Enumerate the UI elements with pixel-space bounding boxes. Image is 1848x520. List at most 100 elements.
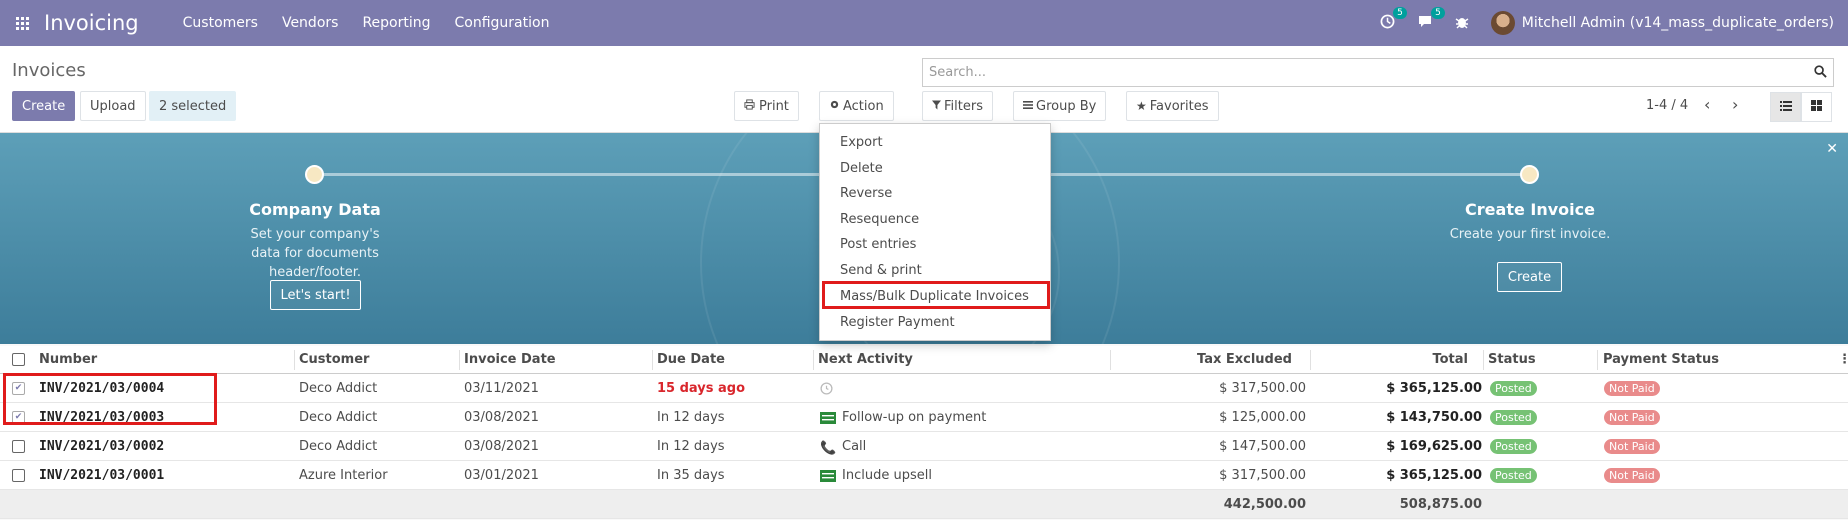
payment-status-badge: Not Paid: [1604, 403, 1660, 431]
filters-button[interactable]: Filters: [922, 91, 993, 121]
column-customer[interactable]: Customer: [299, 346, 369, 373]
step-invoice-desc: Create your first invoice.: [1449, 227, 1611, 242]
optional-columns-icon[interactable]: ⋮: [1838, 346, 1848, 373]
message-count-badge: 5: [1431, 6, 1445, 19]
table-footer-totals: 442,500.00 508,875.00: [0, 490, 1848, 519]
next-activity[interactable]: Include upsell: [820, 461, 932, 489]
invoice-number: INV/2021/03/0002: [39, 438, 165, 454]
due-date: In 12 days: [657, 409, 725, 425]
filter-icon: [932, 99, 941, 114]
print-label: Print: [759, 98, 789, 114]
messages-icon[interactable]: 5: [1417, 6, 1445, 33]
next-activity[interactable]: Follow-up on payment: [820, 403, 986, 431]
activity-label: Follow-up on payment: [842, 409, 987, 425]
customer-name: Azure Interior: [299, 467, 388, 483]
list-view-button[interactable]: [1770, 92, 1801, 122]
menu-item-resequence[interactable]: Resequence: [840, 212, 919, 227]
next-activity[interactable]: 📞 Call: [820, 432, 866, 460]
close-icon[interactable]: ✕: [1826, 141, 1838, 157]
menu-configuration[interactable]: Configuration: [455, 15, 550, 31]
table-row[interactable]: ✔ INV/2021/03/0004 Deco Addict 03/11/202…: [0, 374, 1848, 403]
search-input[interactable]: Search...: [922, 58, 1834, 87]
print-button[interactable]: Print: [734, 91, 799, 121]
step-company-title: Company Data: [249, 200, 381, 219]
activity-count-badge: 5: [1393, 6, 1407, 19]
column-status[interactable]: Status: [1488, 346, 1536, 373]
menu-item-post-entries[interactable]: Post entries: [840, 237, 916, 252]
customer-name: Deco Addict: [299, 438, 378, 454]
table-row[interactable]: ✔ INV/2021/03/0003 Deco Addict 03/08/202…: [0, 403, 1848, 432]
payment-status-badge: Not Paid: [1604, 461, 1660, 489]
menu-customers[interactable]: Customers: [183, 15, 258, 31]
status-badge: Posted: [1490, 403, 1537, 431]
column-due-date[interactable]: Due Date: [657, 346, 725, 373]
table-row[interactable]: INV/2021/03/0001 Azure Interior 03/01/20…: [0, 461, 1848, 490]
customer-name: Deco Addict: [299, 380, 378, 396]
pager-next-icon[interactable]: ›: [1732, 95, 1738, 114]
menu-item-reverse[interactable]: Reverse: [840, 186, 892, 201]
group-by-label: Group By: [1036, 98, 1097, 114]
group-by-button[interactable]: Group By: [1013, 91, 1107, 121]
favorites-label: Favorites: [1149, 98, 1209, 114]
table-row[interactable]: INV/2021/03/0002 Deco Addict 03/08/2021 …: [0, 432, 1848, 461]
user-avatar[interactable]: [1490, 11, 1515, 35]
money-icon: [820, 411, 836, 424]
column-tax-excluded[interactable]: Tax Excluded: [1110, 346, 1292, 373]
activity-clock-icon[interactable]: [820, 374, 833, 402]
row-checkbox[interactable]: [12, 461, 25, 489]
row-checkbox[interactable]: [12, 432, 25, 460]
pager-previous-icon[interactable]: ‹: [1704, 95, 1710, 114]
menu-vendors[interactable]: Vendors: [282, 15, 338, 31]
user-name[interactable]: Mitchell Admin (v14_mass_duplicate_order…: [1522, 15, 1834, 31]
favorites-button[interactable]: ★ Favorites: [1126, 91, 1219, 121]
column-number[interactable]: Number: [39, 346, 97, 373]
kanban-view-button[interactable]: [1801, 92, 1832, 122]
selected-rows-highlight-box: [3, 373, 217, 425]
upload-button[interactable]: Upload: [80, 91, 146, 121]
list-bars-icon: [1023, 99, 1033, 114]
activity-label: Call: [842, 438, 867, 454]
create-button[interactable]: Create: [12, 91, 76, 121]
lets-start-button[interactable]: Let's start!: [270, 280, 361, 310]
tax-excluded-total: 442,500.00: [1223, 496, 1306, 512]
column-next-activity[interactable]: Next Activity: [818, 346, 913, 373]
app-name[interactable]: Invoicing: [44, 11, 139, 35]
column-total[interactable]: Total: [1310, 346, 1468, 373]
tax-excluded: $ 147,500.00: [1219, 438, 1306, 454]
search-icon[interactable]: [1814, 65, 1827, 82]
debug-bug-icon[interactable]: [1455, 14, 1469, 33]
print-icon: [744, 98, 755, 114]
gear-icon: [829, 99, 840, 114]
menu-item-register-payment[interactable]: Register Payment: [840, 315, 955, 330]
table-header-row: Number Customer Invoice Date Due Date Ne…: [0, 346, 1848, 374]
menu-item-delete[interactable]: Delete: [840, 161, 883, 176]
menu-item-send-print[interactable]: Send & print: [840, 263, 922, 278]
list-view-icon: [1779, 100, 1792, 115]
due-date: In 12 days: [657, 438, 725, 454]
tax-excluded: $ 317,500.00: [1219, 467, 1306, 483]
tax-excluded: $ 125,000.00: [1219, 409, 1306, 425]
highlight-box: [822, 281, 1050, 309]
invoice-table: Number Customer Invoice Date Due Date Ne…: [0, 346, 1848, 519]
top-navbar: Invoicing Customers Vendors Reporting Co…: [0, 0, 1848, 46]
status-badge: Posted: [1490, 374, 1537, 402]
invoice-date: 03/11/2021: [464, 380, 539, 396]
menu-item-export[interactable]: Export: [840, 135, 883, 150]
menu-reporting[interactable]: Reporting: [362, 15, 430, 31]
select-all-checkbox[interactable]: [12, 346, 25, 373]
apps-menu-icon[interactable]: [0, 0, 44, 46]
activity-clock-icon[interactable]: 5: [1380, 6, 1407, 33]
invoice-date: 03/08/2021: [464, 438, 539, 454]
tax-excluded: $ 317,500.00: [1219, 380, 1306, 396]
star-icon: ★: [1136, 99, 1147, 113]
due-date: In 35 days: [657, 467, 725, 483]
column-payment-status[interactable]: Payment Status: [1603, 346, 1719, 373]
column-invoice-date[interactable]: Invoice Date: [464, 346, 556, 373]
pager-value[interactable]: 1-4 / 4: [1646, 98, 1688, 113]
action-button[interactable]: Action: [819, 91, 894, 121]
control-panel: Invoices Create Upload 2 selected Print …: [0, 46, 1848, 133]
due-date: 15 days ago: [657, 380, 746, 396]
total: $ 143,750.00: [1386, 409, 1482, 425]
create-invoice-button[interactable]: Create: [1497, 262, 1562, 292]
status-badge: Posted: [1490, 461, 1537, 489]
